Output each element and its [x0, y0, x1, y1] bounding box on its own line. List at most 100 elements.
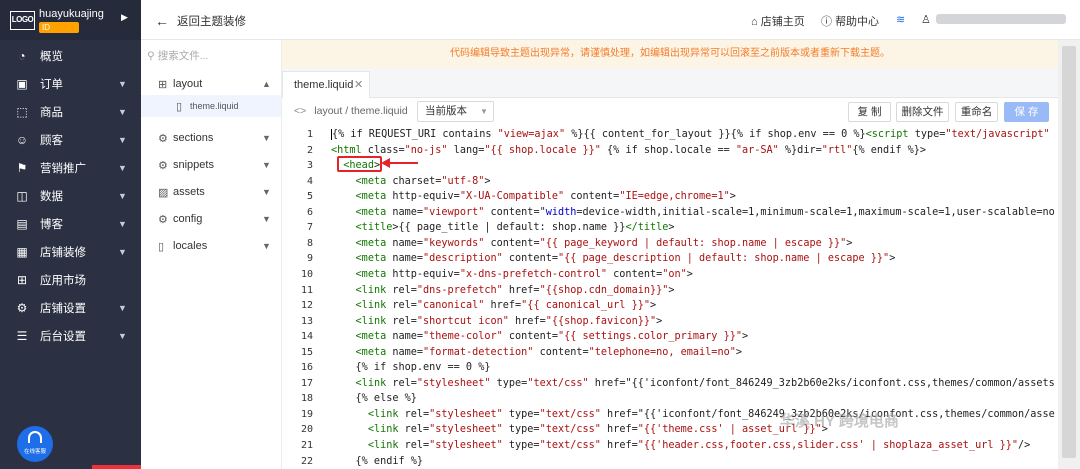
code-text: <title>{{ page_title | default: shop.nam…: [355, 222, 675, 234]
code-line[interactable]: 15 <meta name="format-detection" content…: [282, 346, 1058, 362]
code-line[interactable]: 10 <meta http-equiv="x-dns-prefetch-cont…: [282, 268, 1058, 284]
code-line[interactable]: 22 {% endif %}: [282, 455, 1058, 469]
sidebar-item-7[interactable]: ▦ 店铺装修 ▼: [0, 238, 141, 265]
code-line[interactable]: 5 <meta http-equiv="X-UA-Compatible" con…: [282, 190, 1058, 206]
sidebar-item-label: 数据: [40, 190, 63, 203]
tree-folder-locales[interactable]: ▯ locales ▼: [141, 235, 281, 257]
line-number: 9: [306, 253, 313, 265]
sidebar-item-3[interactable]: ☺ 顾客 ▼: [0, 126, 141, 153]
code-text: <link rel="stylesheet" type="text/css" h…: [367, 424, 828, 436]
code-icon: <>: [294, 105, 307, 117]
warning-banner: 代码编辑导致主题出现异常，请谨慎处理，如编辑出现异常可以回滚至之前版本或者重新下…: [282, 40, 1058, 68]
line-number: 5: [306, 191, 313, 203]
sidebar-item-1[interactable]: ▣ 订单 ▼: [0, 70, 141, 97]
scrollbar-thumb[interactable]: [1062, 46, 1076, 458]
editor-scrollbar[interactable]: [1058, 40, 1080, 469]
sidebar-item-label: 应用市场: [40, 274, 86, 287]
sidebar-item-10[interactable]: ☰ 后台设置 ▼: [0, 322, 141, 349]
code-line[interactable]: 16 {% if shop.env == 0 %}: [282, 361, 1058, 377]
code-line[interactable]: 6 <meta name="viewport" content="width=d…: [282, 206, 1058, 222]
assets-icon: ▨: [158, 186, 169, 199]
code-text: <link rel="stylesheet" type="text/css" h…: [355, 377, 1055, 389]
line-number: 8: [306, 237, 313, 249]
save-button[interactable]: 保 存: [1004, 102, 1049, 122]
line-number: 13: [300, 315, 313, 327]
sidebar-item-6[interactable]: ▤ 博客 ▼: [0, 210, 141, 237]
code-text: <link rel="stylesheet" type="text/css" h…: [367, 408, 1055, 420]
delete-file-button[interactable]: 删除文件: [896, 102, 949, 122]
line-number: 15: [300, 346, 313, 358]
code-text: <meta name="keywords" content="{{ page_k…: [355, 237, 853, 249]
code-line[interactable]: 12 <link rel="canonical" href="{{ canoni…: [282, 299, 1058, 315]
code-line[interactable]: 4 <meta charset="utf-8">: [282, 175, 1058, 191]
annotation-arrow: [381, 158, 418, 168]
code-line[interactable]: 8 <meta name="keywords" content="{{ page…: [282, 237, 1058, 253]
code-text: <link rel="shortcut icon" href="{{shop.f…: [355, 315, 663, 327]
code-line[interactable]: 19 <link rel="stylesheet" type="text/css…: [282, 408, 1058, 424]
file-search-input[interactable]: ⚲ 搜索文件...: [147, 48, 208, 63]
code-line[interactable]: 7 <title>{{ page_title | default: shop.n…: [282, 221, 1058, 237]
tab-theme-liquid[interactable]: theme.liquid ✕: [282, 71, 370, 98]
sidebar-item-label: 店铺设置: [40, 302, 86, 315]
code-line[interactable]: 18 {% else %}: [282, 392, 1058, 408]
code-line[interactable]: 11 <link rel="dns-prefetch" href="{{shop…: [282, 284, 1058, 300]
layout-icon: ⊞: [158, 78, 168, 91]
brand-header[interactable]: LOGO huayukuajing ID ▶: [0, 0, 141, 40]
file-path-breadcrumb: <> layout / theme.liquid: [294, 105, 408, 117]
code-line[interactable]: 2 <html class="no-js" lang="{{ shop.local…: [282, 144, 1058, 160]
version-value: 当前版本: [425, 105, 467, 117]
code-line[interactable]: 9 <meta name="description" content="{{ p…: [282, 252, 1058, 268]
sidebar-item-5[interactable]: ◫ 数据 ▼: [0, 182, 141, 209]
file-path: layout / theme.liquid: [314, 105, 408, 117]
sidebar-item-label: 商品: [40, 106, 63, 119]
sidebar-item-2[interactable]: ⬚ 商品 ▼: [0, 98, 141, 125]
store-home-label: 店铺主页: [760, 16, 805, 28]
arrow-left-icon: ←: [155, 13, 169, 29]
code-line[interactable]: 13 <link rel="shortcut icon" href="{{sho…: [282, 315, 1058, 331]
user-icon[interactable]: ♙: [921, 13, 931, 26]
sidebar-item-8[interactable]: ⊞ 应用市场: [0, 266, 141, 293]
back-to-theme-link[interactable]: ← 返回主题装修: [155, 13, 246, 29]
line-number: 11: [300, 284, 313, 296]
sidebar-item-9[interactable]: ⚙ 店铺设置 ▼: [0, 294, 141, 321]
sidebar-item-4[interactable]: ⚑ 营销推广 ▼: [0, 154, 141, 181]
code-line[interactable]: 14 <meta name="theme-color" content="{{ …: [282, 330, 1058, 346]
tree-folder-sections[interactable]: ⚙ sections ▼: [141, 127, 281, 149]
editor-toolbar: <> layout / theme.liquid 当前版本 ▼ 复 制 删除文件…: [282, 98, 1058, 125]
code-line[interactable]: 21 <link rel="stylesheet" type="text/css…: [282, 439, 1058, 455]
code-line[interactable]: 17 <link rel="stylesheet" type="text/css…: [282, 377, 1058, 393]
chevron-up-icon: ▲: [262, 79, 271, 89]
tree-file-label: theme.liquid: [190, 101, 239, 111]
tree-folder-snippets[interactable]: ⚙ snippets ▼: [141, 154, 281, 176]
tree-file[interactable]: ▯ theme.liquid: [141, 95, 281, 117]
version-select[interactable]: 当前版本 ▼: [417, 101, 494, 122]
code-text: <meta http-equiv="x-dns-prefetch-control…: [355, 268, 693, 280]
help-center-label: 帮助中心: [835, 16, 880, 28]
close-icon[interactable]: ✕: [354, 72, 363, 98]
store-home-link[interactable]: ⌂ 店铺主页: [751, 13, 805, 29]
line-number: 22: [300, 455, 313, 467]
sidebar-item-0[interactable]: ◔ 概览: [0, 42, 141, 69]
code-editor[interactable]: 1 {% if REQUEST_URI contains "view=ajax" …: [282, 125, 1058, 469]
rename-button[interactable]: 重命名: [955, 102, 998, 122]
tree-folder-layout[interactable]: ⊞ layout ▲: [141, 73, 281, 95]
tree-folder-assets[interactable]: ▨ assets ▼: [141, 181, 281, 203]
dashboard-icon: ◔: [18, 48, 26, 63]
tree-folder-config[interactable]: ⚙ config ▼: [141, 208, 281, 230]
code-text: <link rel="dns-prefetch" href="{{shop.cd…: [355, 284, 675, 296]
help-center-link[interactable]: ⓘ 帮助中心: [821, 13, 879, 29]
apps-icon: ⊞: [16, 272, 28, 287]
chevron-down-icon: ▼: [262, 160, 271, 170]
caret-right-icon[interactable]: ▶: [121, 12, 128, 23]
order-icon: ▣: [16, 76, 28, 91]
code-line[interactable]: 20 <link rel="stylesheet" type="text/css…: [282, 423, 1058, 439]
copy-button[interactable]: 复 制: [848, 102, 891, 122]
code-line[interactable]: 1 {% if REQUEST_URI contains "view=ajax" …: [282, 128, 1058, 144]
code-text: <meta name="description" content="{{ pag…: [355, 253, 896, 265]
chevron-down-icon: ▼: [118, 330, 127, 341]
user-account-blurred[interactable]: [936, 14, 1066, 24]
admin-icon: ☰: [16, 328, 28, 343]
line-number: 7: [306, 222, 313, 234]
online-support-button[interactable]: 在线客服: [17, 426, 53, 462]
code-text: <meta name="theme-color" content="{{ set…: [355, 331, 749, 343]
